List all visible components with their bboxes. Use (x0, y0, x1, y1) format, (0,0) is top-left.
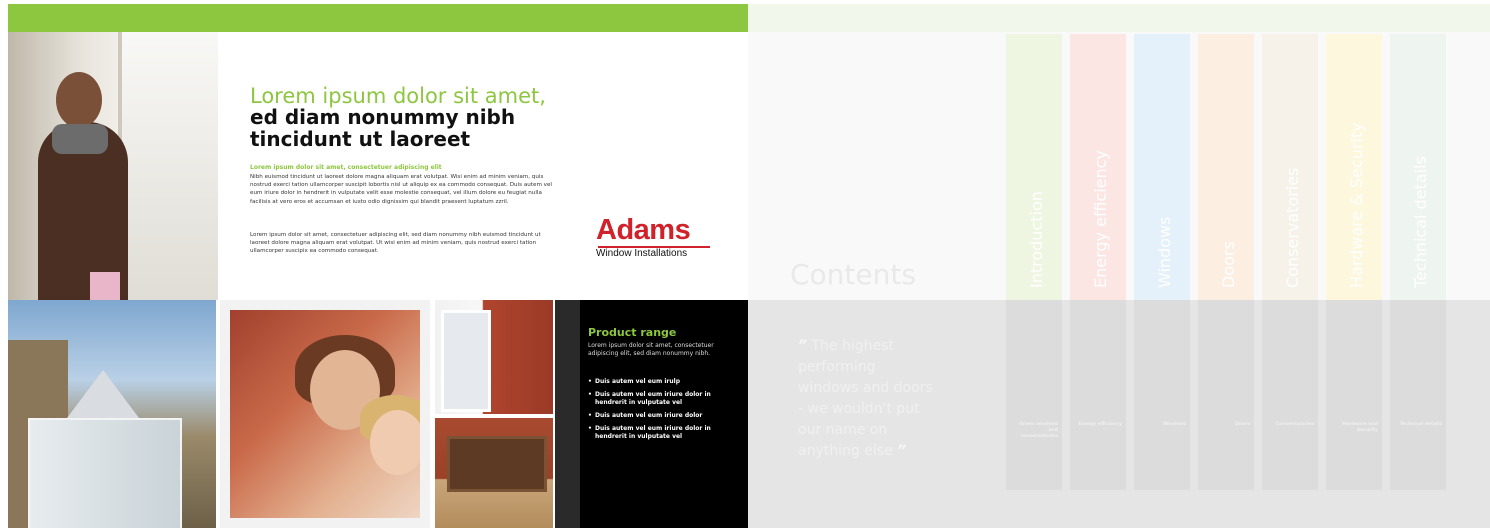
contents-heading: Contents (790, 258, 916, 291)
photo-woman-and-child (220, 300, 430, 528)
tab-introduction[interactable]: Introduction (1006, 34, 1062, 300)
subheading: Lorem ipsum dolor sit amet, consectetuer… (250, 164, 442, 171)
list-item: Duis autem vel eum iriure dolor (588, 412, 738, 420)
photo-conservatory (8, 300, 216, 528)
tab-doors[interactable]: Doors (1198, 34, 1254, 300)
tab-windows[interactable]: Windows (1134, 34, 1190, 300)
headline-bold: ed diam nonummy nibh tincidunt ut laoree… (250, 105, 516, 151)
tab-column-introduction: Green windows and conservatories (1006, 300, 1062, 490)
tab-column-conservatories: Conservatories (1262, 300, 1318, 490)
list-item: Duis autem vel eum irulp (588, 378, 738, 386)
list-item: Duis autem vel eum iriure dolor in hendr… (588, 425, 738, 441)
photo-man-at-door (8, 32, 218, 300)
tab-column-windows: Windows (1134, 300, 1190, 490)
tab-hardware-security[interactable]: Hardware & Security (1326, 34, 1382, 300)
top-green-bar (8, 4, 748, 32)
product-range-strip (555, 300, 580, 528)
photo-brick-window (435, 418, 553, 528)
body-paragraph-2: Lorem ipsum dolor sit amet, consectetuer… (250, 232, 541, 255)
product-range-title: Product range (588, 326, 677, 339)
quote-open-mark: ” (798, 338, 808, 354)
tab-energy-efficiency[interactable]: Energy efficiency (1070, 34, 1126, 300)
product-range-intro: Lorem ipsum dolor sit amet, consectetuer… (588, 342, 714, 357)
product-range-list: Duis autem vel eum irulp Duis autem vel … (588, 378, 738, 446)
logo-tagline: Window Installations (596, 248, 688, 259)
list-item: Duis autem vel eum iriure dolor in hendr… (588, 391, 738, 407)
photo-window (435, 300, 553, 414)
tab-conservatories[interactable]: Conservatories (1262, 34, 1318, 300)
logo-wordmark: Adams (596, 214, 691, 246)
body-paragraph-1: Nibh euismod tincidunt ut laoreet dolore… (250, 174, 552, 205)
top-faint-bar (748, 4, 1490, 32)
tab-column-energy: Energy efficiency (1070, 300, 1126, 490)
pull-quote: ” The highest performing windows and doo… (798, 336, 938, 462)
quote-text: The highest performing windows and doors… (798, 338, 933, 459)
tab-technical-details[interactable]: Technical details (1390, 34, 1446, 300)
tab-column-doors: Doors (1198, 300, 1254, 490)
tab-column-technical: Technical details (1390, 300, 1446, 490)
quote-close-mark: ” (897, 443, 907, 459)
tab-column-hardware: Hardware and Security (1326, 300, 1382, 490)
